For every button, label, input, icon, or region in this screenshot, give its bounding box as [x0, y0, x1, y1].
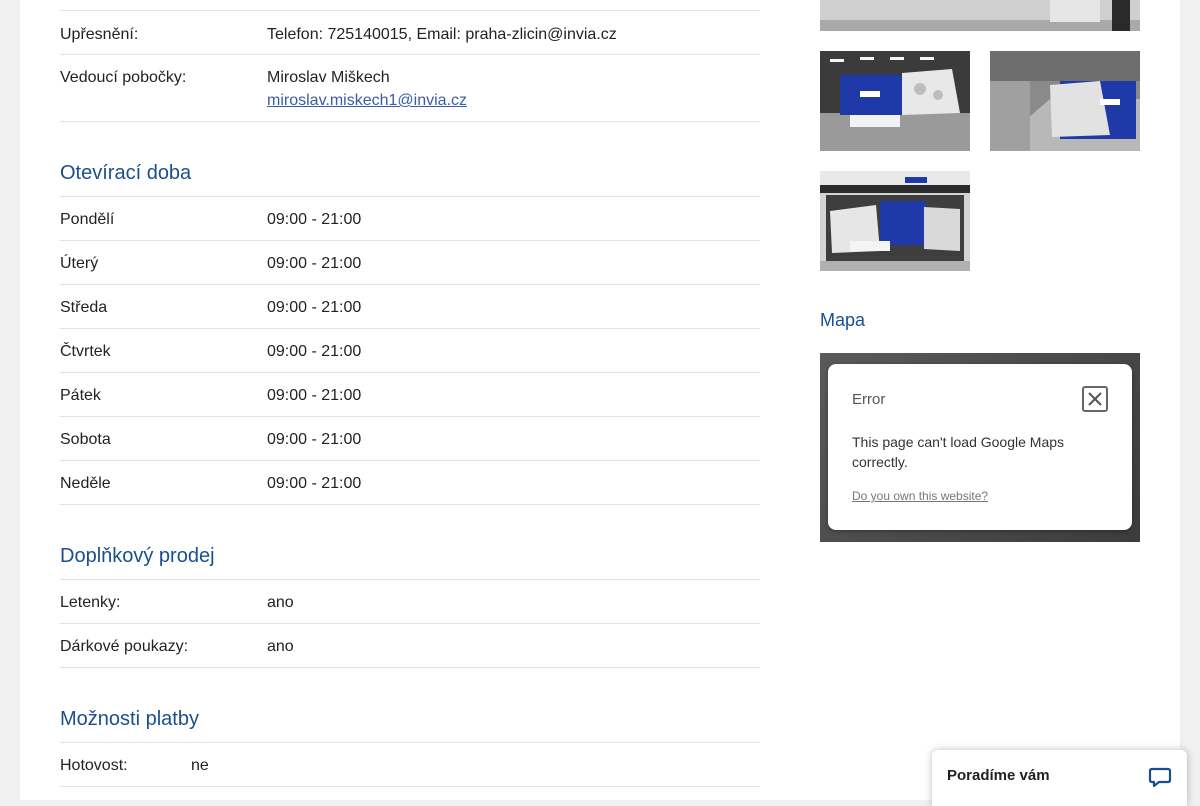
hours-heading: Otevírací doba	[60, 162, 192, 184]
hours-row: Úterý 09:00 - 21:00	[60, 241, 760, 285]
payment-row: Hotovost: ne	[60, 743, 760, 787]
detail-value: Telefon: 725140015, Email: praha-zlicin@…	[267, 26, 617, 43]
manager-name: Miroslav Miškech	[267, 69, 390, 86]
extras-value: ano	[267, 594, 294, 611]
page: Upřesnění: Telefon: 725140015, Email: pr…	[20, 0, 1180, 800]
map-error-dialog: Error This page can't load Google Maps c…	[828, 364, 1132, 530]
extras-label: Dárkové poukazy:	[60, 638, 189, 655]
branch-photo-thumb[interactable]	[990, 51, 1140, 151]
day-label: Pátek	[60, 387, 101, 404]
day-label: Pondělí	[60, 211, 115, 228]
hours-list: Pondělí 09:00 - 21:00 Úterý 09:00 - 21:0…	[60, 196, 760, 505]
extras-value: ano	[267, 638, 294, 655]
payment-list: Hotovost: ne	[60, 742, 760, 787]
time-value: 09:00 - 21:00	[267, 387, 362, 404]
chat-bubble-icon[interactable]	[1148, 765, 1172, 794]
hours-row: Středa 09:00 - 21:00	[60, 285, 760, 329]
payment-label: Hotovost:	[60, 757, 128, 774]
day-label: Středa	[60, 299, 108, 316]
chat-label: Poradíme vám	[947, 767, 1050, 784]
hours-row: Sobota 09:00 - 21:00	[60, 417, 760, 461]
day-label: Úterý	[60, 255, 99, 272]
branch-photo-thumb[interactable]	[820, 171, 970, 271]
branch-photo-main[interactable]	[820, 0, 1140, 31]
time-value: 09:00 - 21:00	[267, 343, 362, 360]
extras-label: Letenky:	[60, 594, 121, 611]
hours-row: Pátek 09:00 - 21:00	[60, 373, 760, 417]
extras-row: Dárkové poukazy: ano	[60, 624, 760, 668]
hours-row: Pondělí 09:00 - 21:00	[60, 197, 760, 241]
chat-widget[interactable]: Poradíme vám	[932, 750, 1187, 806]
branch-photo-thumb[interactable]	[820, 51, 970, 151]
detail-row-manager: Vedoucí pobočky: Miroslav Miškech mirosl…	[60, 54, 760, 122]
hours-row: Neděle 09:00 - 21:00	[60, 461, 760, 505]
detail-label: Upřesnění:	[60, 26, 139, 43]
map-owner-link[interactable]: Do you own this website?	[852, 489, 988, 503]
day-label: Sobota	[60, 431, 111, 448]
time-value: 09:00 - 21:00	[267, 211, 362, 228]
detail-row-note: Upřesnění: Telefon: 725140015, Email: pr…	[60, 10, 760, 55]
hours-row: Čtvrtek 09:00 - 21:00	[60, 329, 760, 373]
extras-heading: Doplňkový prodej	[60, 545, 215, 567]
time-value: 09:00 - 21:00	[267, 299, 362, 316]
map-error-title: Error	[852, 391, 886, 408]
time-value: 09:00 - 21:00	[267, 475, 362, 492]
extras-row: Letenky: ano	[60, 580, 760, 624]
time-value: 09:00 - 21:00	[267, 431, 362, 448]
map-error-message: This page can't load Google Maps correct…	[852, 434, 1065, 470]
time-value: 09:00 - 21:00	[267, 255, 362, 272]
payment-heading: Možnosti platby	[60, 708, 199, 730]
day-label: Neděle	[60, 475, 111, 492]
map-heading: Mapa	[820, 310, 866, 330]
detail-label: Vedoucí pobočky:	[60, 69, 187, 86]
close-icon[interactable]	[1082, 386, 1108, 412]
extras-list: Letenky: ano Dárkové poukazy: ano	[60, 579, 760, 668]
manager-email-link[interactable]: miroslav.miskech1@invia.cz	[267, 89, 467, 112]
day-label: Čtvrtek	[60, 343, 111, 360]
map-embed[interactable]: Error This page can't load Google Maps c…	[820, 353, 1140, 542]
payment-value: ne	[191, 757, 209, 774]
